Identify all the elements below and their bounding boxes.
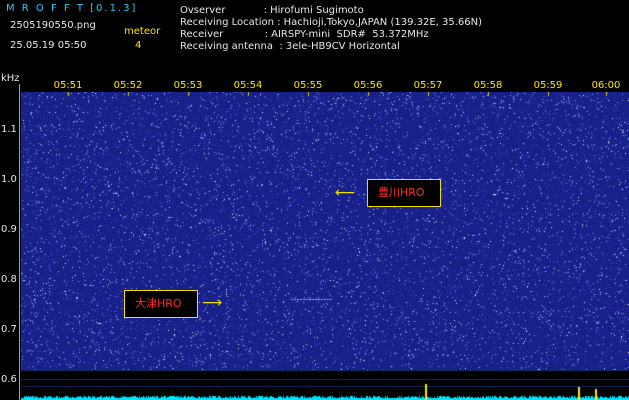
toyokawa-hro-label: 豊川HRO — [367, 179, 441, 207]
y-tick-0-8: 0.8 — [1, 274, 17, 285]
antenna-info: Receiving antenna : 3ele-HB9CV Horizonta… — [180, 41, 400, 52]
receiver-info: Receiver : AIRSPY-mini SDR# 53.372MHz — [180, 29, 429, 40]
x-tick-0558: 05:58 — [473, 80, 503, 91]
x-tick-0554: 05:54 — [233, 80, 263, 91]
x-tick-0559: 05:59 — [533, 80, 563, 91]
x-tick-0555: 05:55 — [293, 80, 323, 91]
x-tick-0553: 05:53 — [173, 80, 203, 91]
otsu-arrow-icon: ⟶ — [202, 295, 223, 311]
observer-info: Ovserver : Hirofumi Sugimoto — [180, 5, 364, 16]
y-tick-0-9: 0.9 — [1, 224, 17, 235]
signal-level-strip — [21, 370, 629, 400]
x-tick-0556: 05:56 — [353, 80, 383, 91]
mrofft-window: M R O F F T [0.1.3] 2505190550.png 25.05… — [0, 0, 629, 400]
y-axis-unit: kHz — [1, 73, 20, 84]
y-tick-1-0: 1.0 — [1, 174, 17, 185]
y-tick-0-7: 0.7 — [1, 324, 17, 335]
y-tick-1-1: 1.1 — [1, 124, 17, 135]
x-tick-0552: 05:52 — [113, 80, 143, 91]
datetime-label: 25.05.19 05:50 — [10, 40, 87, 51]
y-axis-line — [19, 84, 20, 400]
x-tick-0600: 06:00 — [591, 80, 621, 91]
toyokawa-arrow-icon: ⟵ — [335, 185, 356, 201]
meteor-count: 4 — [135, 40, 142, 51]
app-title: M R O F F T [0.1.3] — [6, 3, 138, 14]
y-tick-0-6: 0.6 — [1, 374, 17, 385]
x-tick-0557: 05:57 — [413, 80, 443, 91]
otsu-hro-label: 大津HRO — [124, 290, 198, 318]
meteor-label: meteor — [124, 26, 161, 37]
x-tick-0551: 05:51 — [53, 80, 83, 91]
spectrogram — [21, 92, 629, 370]
location-info: Receiving Location : Hachioji,Tokyo,JAPA… — [180, 17, 483, 28]
filename-label: 2505190550.png — [10, 20, 96, 31]
